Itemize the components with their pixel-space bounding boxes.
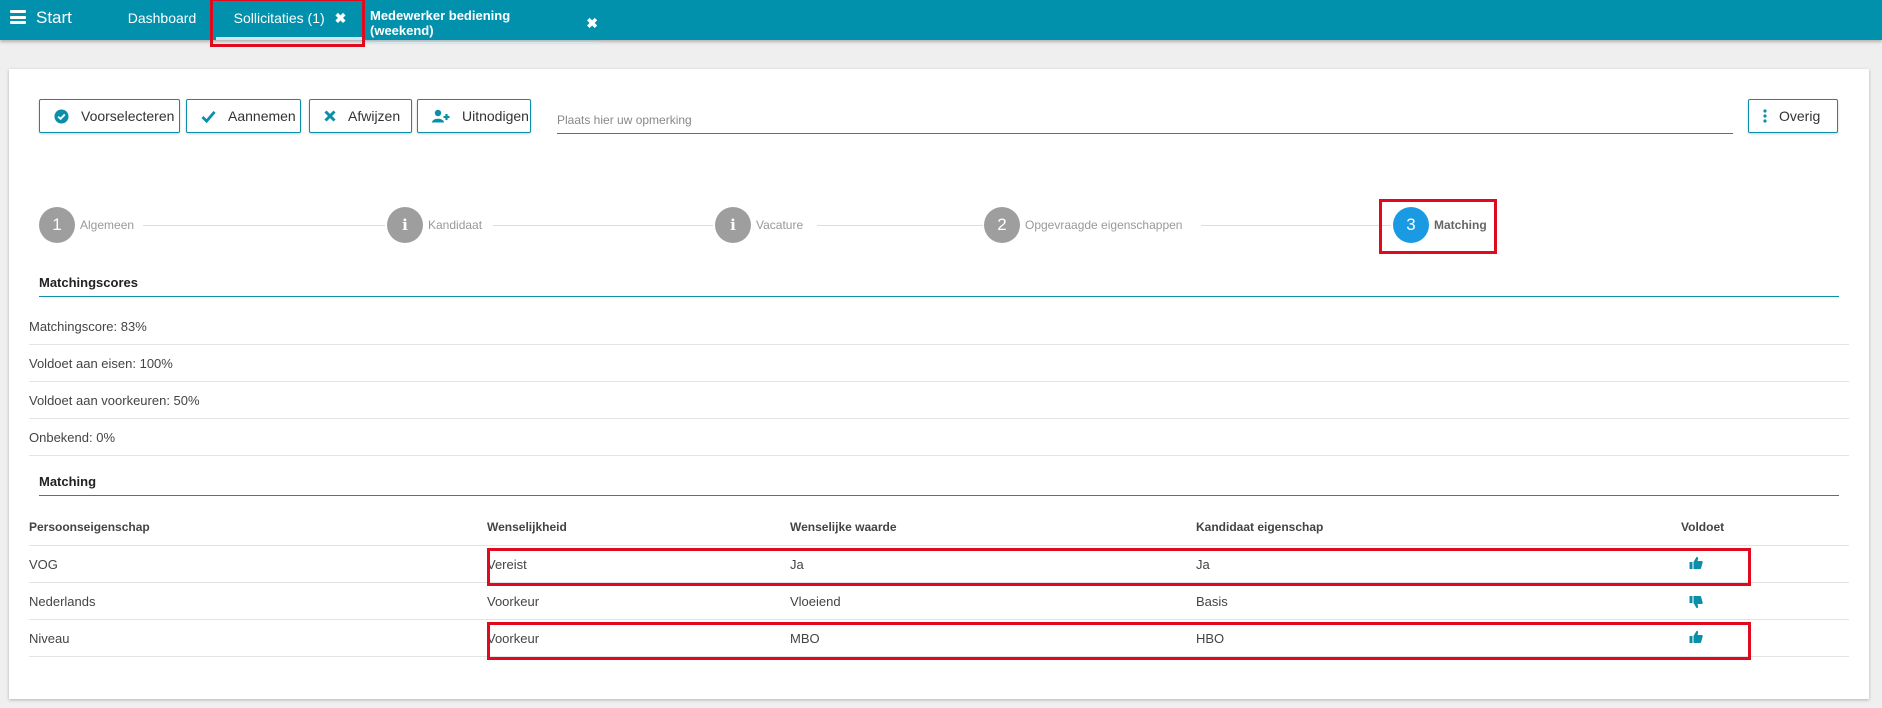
table-row: Nederlands Voorkeur Vloeiend Basis [29,582,1849,619]
tab-medewerker-bediening[interactable]: Medewerker bediening (weekend) ✖ [370,3,598,44]
overig-label: Overig [1779,108,1821,124]
thumbs-down-icon [1689,596,1703,609]
score-row: Onbekend: 0% [29,420,1849,456]
onbekend-text: Onbekend: 0% [29,430,116,445]
step-connector [817,225,983,226]
application-card: Voorselecteren Aannemen Afwijzen Uitnodi… [9,69,1869,699]
start-link[interactable]: Start [36,8,72,28]
tab-dashboard[interactable]: Dashboard [120,0,204,38]
highlight-box-step [1379,199,1497,254]
aannemen-button[interactable]: Aannemen [186,99,301,133]
step-connector [1201,225,1391,226]
cell-kandidaat-eigenschap: Basis [1196,594,1228,609]
cell-wenselijkheid: Voorkeur [487,594,540,609]
step-connector [143,225,385,226]
step-vacature-label[interactable]: Vacature [756,218,803,232]
cell-persoonseigenschap: Nederlands [29,594,96,609]
step-vacature-info-icon[interactable]: i [715,207,751,243]
overig-button[interactable]: Overig [1748,99,1838,133]
afwijzen-label: Afwijzen [348,108,401,124]
tab-dashboard-label: Dashboard [127,10,197,26]
cell-persoonseigenschap: Niveau [29,631,70,646]
cell-persoonseigenschap: VOG [29,557,58,572]
voldoet-voorkeuren-text: Voldoet aan voorkeuren: 50% [29,393,200,408]
highlight-box-row-niveau [487,622,1751,660]
voorselecteren-button[interactable]: Voorselecteren [39,99,180,133]
uitnodigen-button[interactable]: Uitnodigen [417,99,531,133]
score-row: Voldoet aan voorkeuren: 50% [29,383,1849,419]
close-icon [324,110,336,122]
aannemen-label: Aannemen [228,108,296,124]
hamburger-menu-icon[interactable] [10,10,26,24]
check-circle-icon [54,108,69,124]
score-row: Matchingscore: 83% [29,309,1849,345]
voorselecteren-label: Voorselecteren [81,108,175,124]
score-row: Voldoet aan eisen: 100% [29,346,1849,382]
check-icon [201,110,216,123]
column-header-wenselijkheid: Wenselijkheid [487,520,567,534]
highlight-box-row-vog [487,548,1751,586]
voldoet-eisen-text: Voldoet aan eisen: 100% [29,356,173,371]
step-2-marker[interactable]: 2 [984,207,1020,243]
cell-wenselijke-waarde: Vloeiend [790,594,841,609]
section-divider [39,296,1839,297]
column-header-wenselijke-waarde: Wenselijke waarde [790,520,897,534]
section-divider [39,495,1839,496]
remark-input[interactable] [557,107,1733,134]
highlight-box-tab [210,0,365,47]
step-kandidaat-label[interactable]: Kandidaat [428,218,482,232]
matchingscore-text: Matchingscore: 83% [29,319,147,334]
add-user-icon [432,109,450,123]
tab-medewerker-label: Medewerker bediening (weekend) [370,8,511,38]
step-connector [493,225,713,226]
matching-title: Matching [39,474,97,489]
step-kandidaat-info-icon[interactable]: i [387,207,423,243]
more-vertical-icon [1763,109,1767,123]
step-1-marker[interactable]: 1 [39,207,75,243]
close-tab-icon[interactable]: ✖ [586,15,598,32]
column-header-voldoet: Voldoet [1681,520,1725,534]
step-opgevraagde-eigenschappen-label[interactable]: Opgevraagde eigenschappen [1025,218,1182,232]
column-header-persoonseigenschap: Persoonseigenschap [29,520,150,534]
step-algemeen-label[interactable]: Algemeen [80,218,134,232]
afwijzen-button[interactable]: Afwijzen [309,99,412,133]
column-header-kandidaat-eigenschap: Kandidaat eigenschap [1196,520,1324,534]
matchingscores-title: Matchingscores [39,275,138,290]
uitnodigen-label: Uitnodigen [462,108,529,124]
